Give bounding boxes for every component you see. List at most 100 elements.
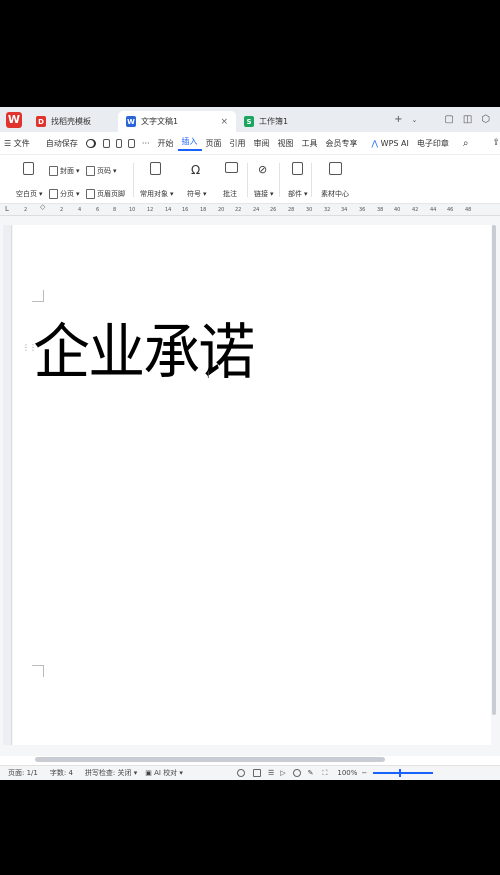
ruler-tick: 42	[412, 207, 419, 213]
margin-corner-mark	[32, 290, 44, 302]
document-heading[interactable]: 企业承诺	[33, 304, 255, 391]
save-icon[interactable]	[102, 138, 110, 148]
menu-page[interactable]: 页面	[202, 138, 226, 149]
document-page[interactable]	[13, 225, 491, 745]
link-icon[interactable]: ⊘	[258, 163, 267, 176]
parts-icon[interactable]	[292, 162, 303, 175]
page-number-button[interactable]: 页码 ▾	[86, 166, 117, 176]
more-icon[interactable]: ···	[142, 139, 150, 148]
menu-e-seal[interactable]: 电子印章	[413, 138, 453, 149]
ruler-tab-stop-icon[interactable]: L	[5, 205, 9, 213]
ruler-tick: 4	[78, 207, 82, 213]
tab-list-chevron-icon[interactable]: ⌄	[411, 116, 417, 124]
blank-page-button[interactable]: 空白页 ▾	[16, 189, 43, 199]
materials-center-icon[interactable]	[329, 162, 342, 175]
cover-button[interactable]: 封面 ▾	[49, 166, 80, 176]
menu-tools[interactable]: 工具	[298, 138, 322, 149]
menu-start[interactable]: 开始	[154, 138, 178, 149]
fit-page-icon[interactable]: ⛶	[322, 769, 327, 778]
common-objects-icon[interactable]	[150, 162, 161, 175]
ruler-tick: 8	[113, 207, 117, 213]
web-view-icon[interactable]	[292, 769, 301, 777]
outline-view-icon[interactable]: ☰	[268, 769, 274, 777]
upload-cloud-icon[interactable]: ⇪	[492, 138, 500, 148]
window-manage-icon[interactable]: ▢	[444, 114, 453, 125]
tab-docer-templates[interactable]: D 找稻壳模板	[28, 111, 118, 132]
spell-check-status[interactable]: 拼写检查: 关闭 ▾	[81, 768, 141, 778]
ruler-tick: 38	[377, 207, 384, 213]
ai-proofread-icon: ▣	[145, 769, 152, 777]
omega-symbol-icon[interactable]: Ω	[191, 163, 200, 177]
ruler-tick: 2	[24, 207, 28, 213]
wps-window: W D 找稻壳模板 W 文字文稿1 × S 工作簿1 + ⌄ ▢ ◫ ⬡ ☰ 文…	[0, 107, 500, 780]
ruler-tick: 10	[129, 207, 136, 213]
vertical-scrollbar[interactable]	[491, 225, 497, 745]
ribbon-divider	[311, 163, 312, 197]
tab-label: 找稻壳模板	[51, 117, 91, 126]
eye-protection-icon[interactable]	[236, 769, 245, 777]
ribbon-divider	[279, 163, 280, 197]
menu-bar: ☰ 文件 自动保存 ··· 开始 插入 页面 引用 审阅 视图 工具 会员专享 …	[0, 132, 500, 154]
zoom-level[interactable]: 100%	[333, 769, 361, 777]
ai-proofread-label: AI 校对	[154, 769, 178, 777]
ribbon-divider	[133, 163, 134, 197]
menu-view[interactable]: 视图	[274, 138, 298, 149]
insert-ribbon: 空白页 ▾ 封面 ▾ 分页 ▾ 页码 ▾ 页眉页脚 常用对象 ▾ Ω 符号 ▾ 批注 ⊘ 链…	[0, 154, 500, 204]
blank-page-icon[interactable]	[23, 162, 34, 175]
ruler-tick: 28	[288, 207, 295, 213]
cube-icon[interactable]: ⬡	[481, 114, 490, 125]
pen-icon[interactable]: ✎	[308, 769, 314, 777]
autosave-toggle[interactable]	[85, 138, 96, 148]
vertical-ruler[interactable]	[3, 225, 12, 745]
ruler-tick: 24	[253, 207, 260, 213]
new-tab-icon[interactable]: +	[394, 114, 402, 125]
ruler-tick: 18	[200, 207, 207, 213]
print-icon[interactable]	[128, 138, 135, 148]
link-button[interactable]: 链接 ▾	[254, 189, 274, 199]
chevron-down-icon: ▾	[76, 190, 80, 198]
ai-sparkle-icon: ⋀	[371, 138, 379, 148]
comment-icon[interactable]	[225, 162, 238, 173]
copy-icon[interactable]: ◫	[463, 114, 472, 125]
ruler-tick: 48	[465, 207, 472, 213]
word-count[interactable]: 字数: 4	[46, 768, 77, 778]
page-indicator[interactable]: 页面: 1/1	[4, 768, 42, 778]
page-view-icon[interactable]	[252, 769, 261, 777]
tab-label: 工作簿1	[259, 117, 289, 126]
margin-corner-mark	[32, 665, 44, 677]
vertical-scroll-thumb[interactable]	[492, 225, 496, 715]
ruler-indent-marker[interactable]: ◇	[40, 203, 45, 211]
menu-references[interactable]: 引用	[226, 138, 250, 149]
file-menu[interactable]: ☰ 文件	[0, 138, 34, 149]
menu-review[interactable]: 审阅	[250, 138, 274, 149]
word-doc-icon: W	[126, 116, 136, 127]
zoom-out-icon[interactable]: −	[361, 769, 367, 777]
cover-label: 封面	[60, 167, 74, 175]
wps-logo-icon[interactable]: W	[6, 111, 22, 128]
horizontal-ruler[interactable]: L 2 ◇ 2 4 6 8 10 12 14 16 18 20 22 24 26…	[0, 203, 500, 216]
menu-insert[interactable]: 插入	[177, 136, 202, 151]
header-footer-button[interactable]: 页眉页脚	[86, 189, 125, 199]
menu-member[interactable]: 会员专享	[322, 138, 362, 149]
materials-center-button[interactable]: 素材中心	[321, 189, 349, 199]
search-icon[interactable]: ⌕	[463, 138, 469, 149]
wps-ai-button[interactable]: ⋀ WPS AI	[368, 139, 413, 148]
tab-label: 文字文稿1	[141, 117, 179, 126]
play-icon[interactable]: ▷	[280, 769, 285, 777]
export-icon[interactable]	[115, 138, 123, 148]
ai-proofread-button[interactable]: ▣ AI 校对 ▾	[141, 768, 187, 778]
common-objects-button[interactable]: 常用对象 ▾	[140, 189, 174, 199]
page-break-button[interactable]: 分页 ▾	[49, 189, 80, 199]
tab-document[interactable]: W 文字文稿1 ×	[118, 111, 236, 132]
parts-button[interactable]: 部件 ▾	[288, 189, 308, 199]
close-tab-icon[interactable]: ×	[220, 117, 228, 127]
symbol-button[interactable]: 符号 ▾	[187, 189, 207, 199]
ruler-tick: 46	[447, 207, 454, 213]
ruler-tick: 44	[430, 207, 437, 213]
ruler-tick: 14	[165, 207, 172, 213]
horizontal-scrollbar[interactable]	[35, 757, 385, 762]
autosave-label: 自动保存	[45, 138, 78, 148]
tab-workbook[interactable]: S 工作簿1	[236, 111, 346, 132]
comment-button[interactable]: 批注	[223, 189, 237, 199]
zoom-slider[interactable]	[373, 769, 434, 777]
